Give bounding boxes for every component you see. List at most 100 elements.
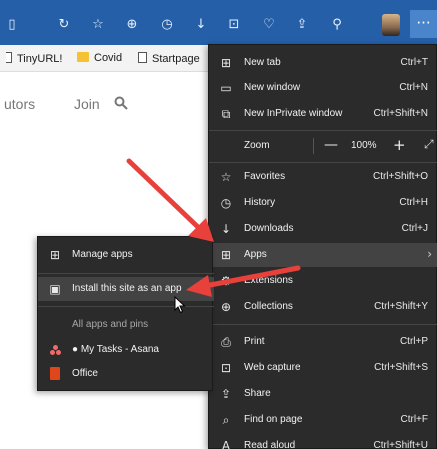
asana-dot [50,350,55,355]
menu-item-shortcut: Ctrl+P [399,336,428,347]
submenu-item-asana[interactable]: ● My Tasks - Asana [38,338,214,362]
mouse-cursor-icon [174,296,186,314]
share-icon[interactable]: ⇪ [294,17,310,33]
browser-essentials-icon[interactable]: ♡ [261,17,277,33]
downloads-icon[interactable]: ↓ [193,17,209,33]
menu-item-print[interactable]: ⎙ Print Ctrl+P [209,330,437,354]
tab-actions-icon[interactable]: ▯ [4,17,20,33]
menu-item-shortcut: Ctrl+T [400,57,429,68]
menu-item-label: Downloads [244,223,294,234]
zoom-out-button[interactable]: — [324,137,338,153]
menu-item-shortcut: Ctrl+Shift+N [373,108,428,119]
menu-item-shortcut: Ctrl+Shift+O [372,171,428,182]
menu-divider [209,130,437,131]
find-icon: ⌕ [222,413,230,427]
menu-item-shortcut: Ctrl+J [401,223,428,234]
menu-divider [209,324,437,325]
menu-item-share[interactable]: ⇪ Share [209,382,437,406]
chevron-right-icon: › [427,247,432,261]
print-icon: ⎙ [221,335,231,349]
menu-item-favorites[interactable]: ☆ Favorites Ctrl+Shift+O [209,165,437,189]
submenu-item-label: Manage apps [72,249,133,260]
search-icon[interactable] [114,96,128,110]
menu-item-label: New window [244,82,301,93]
add-favorite-icon[interactable]: ☆ [90,17,106,33]
favorite-label: TinyURL! [17,53,63,65]
nav-link-contributors[interactable]: utors [4,96,35,112]
inprivate-icon: ⧉ [221,107,231,121]
menu-item-label: Read aloud [244,440,296,449]
menu-item-label: Zoom [244,140,270,151]
favorite-label: Startpage [152,53,200,65]
collections-icon[interactable]: ⊕ [124,17,140,33]
submenu-item-install-site[interactable]: ▣ Install this site as an app [38,277,214,301]
new-window-icon: ▭ [220,81,232,95]
menu-item-web-capture[interactable]: ⊡ Web capture Ctrl+Shift+S [209,356,437,380]
read-aloud-icon: A [221,439,231,449]
install-app-icon: ▣ [49,282,61,296]
asana-dot [56,350,61,355]
menu-item-shortcut: Ctrl+F [400,414,429,425]
menu-item-collections[interactable]: ⊕ Collections Ctrl+Shift+Y [209,295,437,319]
favorite-startpage[interactable]: Startpage [138,52,200,65]
menu-item-label: Extensions [244,275,293,286]
favorite-tinyurl[interactable]: TinyURL! [6,52,62,65]
menu-item-label: Favorites [244,171,286,182]
refresh-icon[interactable]: ↻ [56,17,72,33]
submenu-divider [38,273,214,274]
profile-avatar[interactable] [382,14,400,36]
menu-divider [209,162,437,163]
menu-item-zoom: Zoom — 100% + ⤢ [209,134,437,158]
history-icon[interactable]: ◷ [159,17,175,33]
menu-item-downloads[interactable]: ↓ Downloads Ctrl+J [209,217,437,241]
menu-item-new-inprivate-window[interactable]: ⧉ New InPrivate window Ctrl+Shift+N [209,102,437,126]
menu-item-shortcut: Ctrl+N [399,82,428,93]
submenu-item-manage-apps[interactable]: ⊞ Manage apps [38,243,214,267]
menu-item-shortcut: Ctrl+H [399,197,428,208]
browser-toolbar: ▯ ↻ ☆ ⊕ ◷ ↓ ⊡ ♡ ⇪ ⚲ ··· [0,0,437,45]
menu-item-new-tab[interactable]: ⊞ New tab Ctrl+T [209,51,437,75]
zoom-level: 100% [351,140,377,151]
page-icon [138,52,147,63]
menu-item-label: History [244,197,276,208]
submenu-header-label: All apps and pins [72,319,149,330]
menu-item-label: Apps [244,249,267,260]
settings-menu: ⊞ New tab Ctrl+T ▭ New window Ctrl+N ⧉ N… [208,44,437,449]
apps-submenu: ⊞ Manage apps ▣ Install this site as an … [37,236,214,391]
menu-item-shortcut: Ctrl+Shift+Y [374,301,428,312]
menu-item-label: New InPrivate window [244,108,343,119]
new-tab-icon: ⊞ [220,56,232,70]
zoom-divider [313,138,314,154]
menu-item-extensions[interactable]: ⚙ Extensions [209,269,437,293]
menu-item-label: Collections [244,301,293,312]
collections-icon: ⊕ [220,300,232,314]
menu-item-apps[interactable]: ⊞ Apps › [209,243,437,267]
submenu-item-office[interactable]: Office [38,362,214,386]
apps-icon: ⊞ [49,248,61,262]
menu-item-label: Share [244,388,271,399]
download-icon: ↓ [220,222,232,236]
menu-item-find-on-page[interactable]: ⌕ Find on page Ctrl+F [209,408,437,432]
submenu-header-all-apps: All apps and pins [38,313,214,337]
apps-icon: ⊞ [220,248,232,262]
menu-item-label: Web capture [244,362,301,373]
menu-item-shortcut: Ctrl+Shift+S [374,362,428,373]
annotation-arrow-to-apps [126,158,214,242]
zoom-in-button[interactable]: + [393,136,406,154]
nav-link-join[interactable]: Join [74,96,100,112]
menu-item-new-window[interactable]: ▭ New window Ctrl+N [209,76,437,100]
menu-item-history[interactable]: ◷ History Ctrl+H [209,191,437,215]
web-capture-icon[interactable]: ⊡ [226,17,242,33]
menu-item-read-aloud[interactable]: A Read aloud Ctrl+Shift+U [209,434,437,449]
fullscreen-icon[interactable]: ⤢ [424,137,434,152]
folder-icon [77,52,89,62]
settings-more-icon[interactable]: ··· [410,10,437,38]
submenu-divider [38,306,214,307]
submenu-item-label: Install this site as an app [72,283,182,294]
extensions-icon[interactable]: ⚲ [329,17,345,33]
favorite-covid[interactable]: Covid [77,52,122,64]
menu-item-label: New tab [244,57,281,68]
favorite-label: Covid [94,52,123,64]
web-capture-icon: ⊡ [220,361,232,375]
page-icon [6,52,12,63]
